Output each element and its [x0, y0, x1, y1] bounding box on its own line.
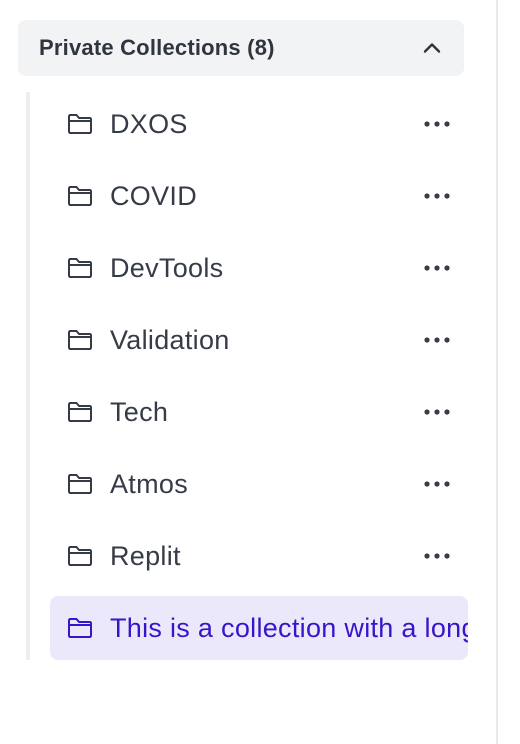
chevron-up-icon[interactable] — [420, 36, 444, 60]
more-options-icon[interactable] — [422, 330, 452, 350]
collection-item-dxos[interactable]: DXOS — [50, 92, 468, 156]
private-collections-header[interactable]: Private Collections (8) — [18, 20, 464, 76]
more-options-icon[interactable] — [422, 402, 452, 422]
folder-icon — [68, 474, 92, 494]
more-options-icon[interactable] — [422, 258, 452, 278]
collection-item-covid[interactable]: COVID — [50, 164, 468, 228]
collection-item-tech[interactable]: Tech — [50, 380, 468, 444]
collection-label: Atmos — [110, 468, 189, 499]
folder-icon — [68, 258, 92, 278]
folder-icon — [68, 618, 92, 638]
more-options-icon[interactable] — [422, 186, 452, 206]
section-title: Private Collections (8) — [39, 35, 275, 60]
folder-icon — [68, 330, 92, 350]
folder-icon — [68, 186, 92, 206]
collection-item-atmos[interactable]: Atmos — [50, 452, 468, 516]
sidebar-panel: Private Collections (8) DXOS COVID DevTo… — [0, 0, 496, 744]
collection-label: COVID — [110, 180, 198, 211]
folder-icon — [68, 546, 92, 566]
more-options-icon[interactable] — [422, 474, 452, 494]
folder-icon — [68, 402, 92, 422]
collection-item-validation[interactable]: Validation — [50, 308, 468, 372]
collection-label: Validation — [110, 324, 230, 355]
collection-item-long-name-selected[interactable]: This is a collection with a long name — [50, 596, 468, 660]
collection-label: Tech — [110, 396, 169, 427]
collection-item-replit[interactable]: Replit — [50, 524, 468, 588]
collection-tree: DXOS COVID DevTools Validation Tech Atmo… — [26, 92, 468, 660]
more-options-icon[interactable] — [422, 546, 452, 566]
more-options-icon[interactable] — [422, 114, 452, 134]
main-content-pane — [498, 0, 520, 744]
collection-label: This is a collection with a long name — [110, 612, 468, 643]
collection-label: Replit — [110, 540, 181, 571]
collection-label: DXOS — [110, 108, 188, 139]
collection-item-devtools[interactable]: DevTools — [50, 236, 468, 300]
folder-icon — [68, 114, 92, 134]
collection-label: DevTools — [110, 252, 224, 283]
